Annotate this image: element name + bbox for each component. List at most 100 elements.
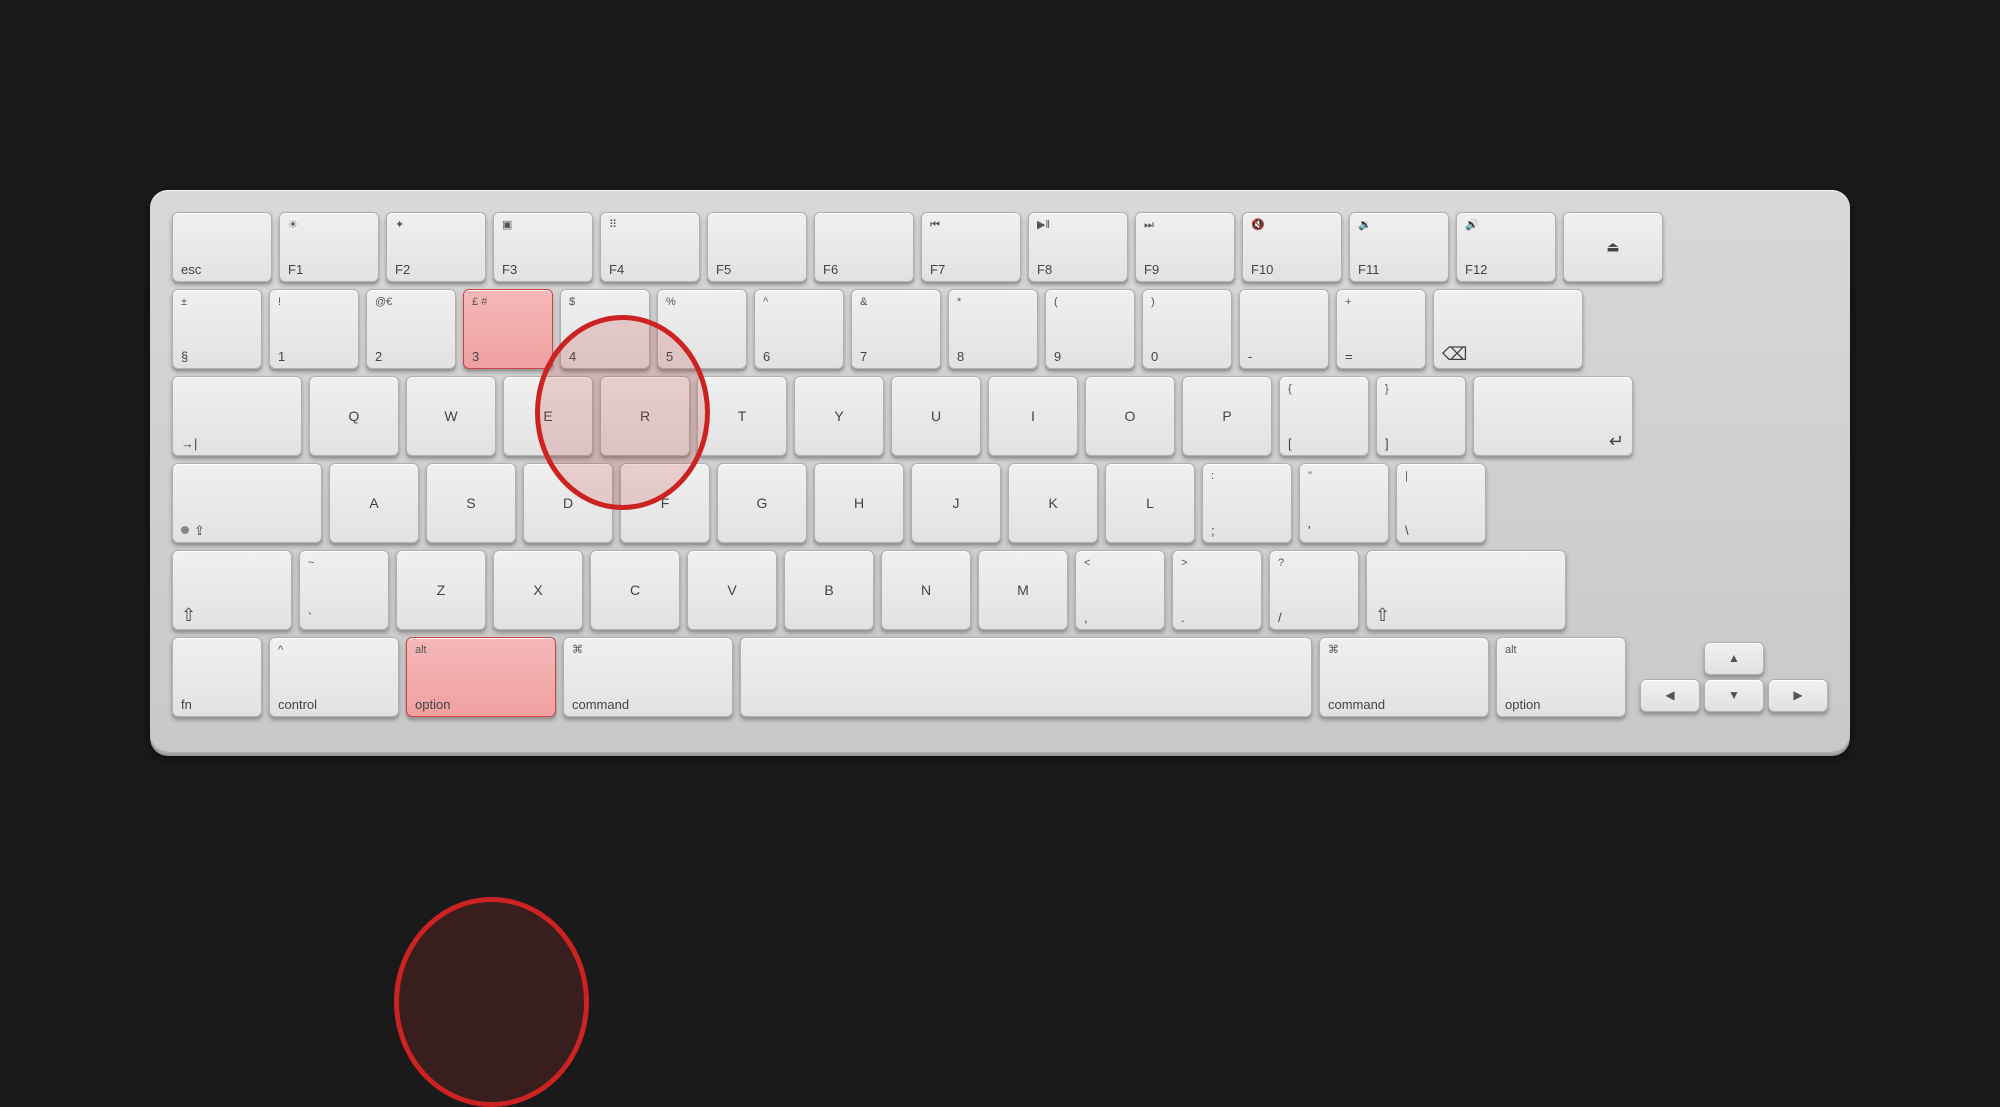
key-k[interactable]: K <box>1008 463 1098 543</box>
key-arrow-down[interactable]: ▼ <box>1704 679 1764 712</box>
key-option-left[interactable]: alt option <box>406 637 556 717</box>
key-l[interactable]: L <box>1105 463 1195 543</box>
key-w[interactable]: W <box>406 376 496 456</box>
key-backslash[interactable]: | \ <box>1396 463 1486 543</box>
key-f1[interactable]: ☀ F1 <box>279 212 379 282</box>
key-m[interactable]: M <box>978 550 1068 630</box>
key-m-label: M <box>1017 582 1029 598</box>
key-f12[interactable]: 🔊 F12 <box>1456 212 1556 282</box>
key-v[interactable]: V <box>687 550 777 630</box>
key-g[interactable]: G <box>717 463 807 543</box>
key-a-label: A <box>369 495 378 511</box>
key-period[interactable]: > . <box>1172 550 1262 630</box>
key-option-right[interactable]: alt option <box>1496 637 1626 717</box>
key-r[interactable]: R <box>600 376 690 456</box>
key-1[interactable]: ! 1 <box>269 289 359 369</box>
key-arrow-up[interactable]: ▲ <box>1704 642 1764 675</box>
key-2[interactable]: @€ 2 <box>366 289 456 369</box>
key-backtick[interactable]: ~ ` <box>299 550 389 630</box>
key-f6[interactable]: F6 <box>814 212 914 282</box>
key-arrow-right[interactable]: ▶ <box>1768 679 1828 712</box>
key-capslock[interactable]: ⇪ <box>172 463 322 543</box>
key-4[interactable]: $ 4 <box>560 289 650 369</box>
key-4-label: 4 <box>569 350 576 363</box>
key-a[interactable]: A <box>329 463 419 543</box>
key-f4[interactable]: ⠿ F4 <box>600 212 700 282</box>
key-lshift[interactable]: ⇧ <box>172 550 292 630</box>
key-command-right[interactable]: ⌘ command <box>1319 637 1489 717</box>
key-comma[interactable]: < , <box>1075 550 1165 630</box>
key-delete[interactable]: ⌫ <box>1433 289 1583 369</box>
key-x[interactable]: X <box>493 550 583 630</box>
key-w-label: W <box>444 408 457 424</box>
key-s[interactable]: S <box>426 463 516 543</box>
key-f9[interactable]: ⏭ F9 <box>1135 212 1235 282</box>
key-j[interactable]: J <box>911 463 1001 543</box>
key-rbracket-top: } <box>1385 383 1389 396</box>
key-c[interactable]: C <box>590 550 680 630</box>
key-t[interactable]: T <box>697 376 787 456</box>
key-f1-label: F1 <box>288 263 303 276</box>
keyboard: esc ☀ F1 ✦ F2 ▣ F3 ⠿ F4 F5 F6 <box>150 190 1850 752</box>
key-p[interactable]: P <box>1182 376 1272 456</box>
key-z[interactable]: Z <box>396 550 486 630</box>
key-command-left[interactable]: ⌘ command <box>563 637 733 717</box>
key-6[interactable]: ^ 6 <box>754 289 844 369</box>
key-n[interactable]: N <box>881 550 971 630</box>
key-h[interactable]: H <box>814 463 904 543</box>
key-0-label: 0 <box>1151 350 1158 363</box>
key-equals[interactable]: + = <box>1336 289 1426 369</box>
key-slash[interactable]: ? / <box>1269 550 1359 630</box>
key-return[interactable]: ↵ <box>1473 376 1633 456</box>
key-rbracket[interactable]: } ] <box>1376 376 1466 456</box>
key-y[interactable]: Y <box>794 376 884 456</box>
key-space[interactable] <box>740 637 1312 717</box>
key-0-top: ) <box>1151 296 1155 309</box>
key-f2[interactable]: ✦ F2 <box>386 212 486 282</box>
key-k-label: K <box>1048 495 1057 511</box>
key-q[interactable]: Q <box>309 376 399 456</box>
key-esc[interactable]: esc <box>172 212 272 282</box>
key-command-left-top: ⌘ <box>572 644 583 657</box>
key-o[interactable]: O <box>1085 376 1175 456</box>
key-fn[interactable]: fn <box>172 637 262 717</box>
key-semicolon[interactable]: : ; <box>1202 463 1292 543</box>
key-command-left-label: command <box>572 698 629 711</box>
key-3[interactable]: £ # 3 <box>463 289 553 369</box>
key-0[interactable]: ) 0 <box>1142 289 1232 369</box>
key-5[interactable]: % 5 <box>657 289 747 369</box>
keyboard-body: esc ☀ F1 ✦ F2 ▣ F3 ⠿ F4 F5 F6 <box>172 212 1828 717</box>
key-f7[interactable]: ⏮ F7 <box>921 212 1021 282</box>
key-b[interactable]: B <box>784 550 874 630</box>
key-f8[interactable]: ▶‖ F8 <box>1028 212 1128 282</box>
key-arrow-left[interactable]: ◀ <box>1640 679 1700 712</box>
key-7[interactable]: & 7 <box>851 289 941 369</box>
key-9[interactable]: ( 9 <box>1045 289 1135 369</box>
key-8[interactable]: * 8 <box>948 289 1038 369</box>
key-f10-label: F10 <box>1251 263 1273 276</box>
key-period-label: . <box>1181 611 1185 624</box>
key-f[interactable]: F <box>620 463 710 543</box>
key-eject-label: ⏏ <box>1606 238 1619 255</box>
key-eject[interactable]: ⏏ <box>1563 212 1663 282</box>
key-backtick-top: ~ <box>308 557 314 570</box>
key-f3[interactable]: ▣ F3 <box>493 212 593 282</box>
key-f10[interactable]: 🔇 F10 <box>1242 212 1342 282</box>
key-rshift[interactable]: ⇧ <box>1366 550 1566 630</box>
key-control-top: ^ <box>278 644 283 657</box>
key-i[interactable]: I <box>988 376 1078 456</box>
key-u[interactable]: U <box>891 376 981 456</box>
key-minus[interactable]: - <box>1239 289 1329 369</box>
key-control[interactable]: ^ control <box>269 637 399 717</box>
key-e[interactable]: E <box>503 376 593 456</box>
key-9-top: ( <box>1054 296 1058 309</box>
key-tab[interactable]: →| <box>172 376 302 456</box>
key-lbracket[interactable]: { [ <box>1279 376 1369 456</box>
key-f5[interactable]: F5 <box>707 212 807 282</box>
key-7-top: & <box>860 296 867 309</box>
key-d[interactable]: D <box>523 463 613 543</box>
key-quote[interactable]: " ' <box>1299 463 1389 543</box>
key-f11[interactable]: 🔉 F11 <box>1349 212 1449 282</box>
key-capslock-label: ⇪ <box>181 524 205 537</box>
key-section[interactable]: ± § <box>172 289 262 369</box>
